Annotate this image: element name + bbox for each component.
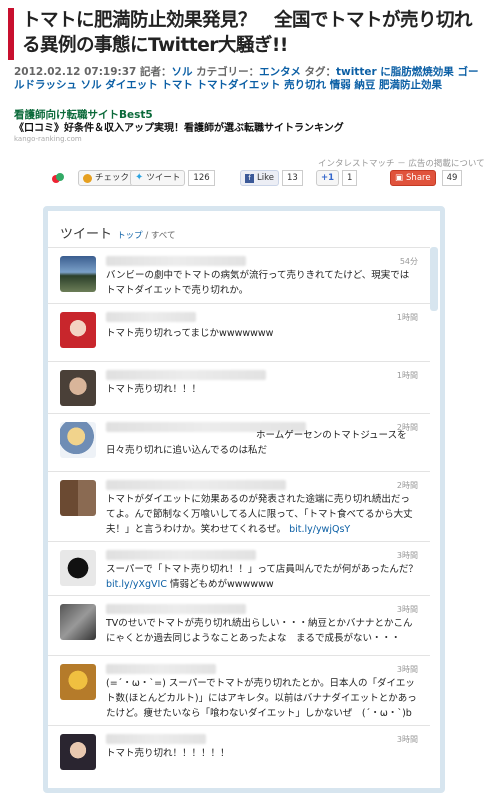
text-ad[interactable]: 看護師向け転職サイトBest5 《口コミ》好条件＆収入アップ実現！看護師が選ぶ転… — [14, 109, 480, 144]
tweet-time: 1時間 — [396, 371, 418, 380]
tweet-item[interactable]: 3時間 TVのせいでトマトが売り切れ続出らしい・・・納豆とかバナナとかこんにゃく… — [48, 595, 430, 655]
meta-date: 2012.02.12 07:19:37 記者： — [14, 66, 172, 78]
share-icon: ▣ — [395, 173, 404, 183]
tab-all[interactable]: すべて — [151, 231, 176, 241]
tweet-author-blurred — [106, 734, 206, 744]
tweet-time: 2時間 — [396, 481, 418, 490]
avatar[interactable] — [60, 550, 96, 586]
tweet-item[interactable]: 1時間 トマト売り切れってまじかwwwwwww — [48, 303, 430, 361]
tweet-item[interactable]: 2時間 ホームゲーセンのトマトジュースを日々売り切れに追い込んでるのは私だ — [48, 413, 430, 471]
twitter-bird-icon: ✦ — [135, 172, 144, 183]
ad-text[interactable]: 《口コミ》好条件＆収入アップ実現！看護師が選ぶ転職サイトランキング — [14, 122, 480, 135]
tweet-author-blurred — [106, 550, 256, 560]
share-button[interactable]: ▣ Share — [390, 170, 436, 186]
tweet-time: 3時間 — [396, 551, 418, 560]
bookmark-icon[interactable] — [51, 170, 65, 186]
tweet-button[interactable]: ✦ ツイート — [130, 170, 186, 186]
avatar[interactable] — [60, 256, 96, 292]
tweet-author-blurred — [106, 370, 266, 380]
tweet-time: 54分 — [399, 257, 418, 266]
tweet-time: 1時間 — [396, 313, 418, 322]
tweet-time: 3時間 — [396, 735, 418, 744]
tweet-text: トマト売り切れ！！！！！！ — [106, 748, 230, 759]
tweet-author-blurred — [106, 256, 246, 266]
tweet-author-blurred — [106, 312, 196, 322]
google-plus-button[interactable]: +1 — [316, 170, 340, 186]
avatar[interactable] — [60, 664, 96, 700]
avatar[interactable] — [60, 370, 96, 406]
like-count: 13 — [281, 170, 303, 186]
widget-title: ツイート — [60, 227, 113, 242]
tweet-item[interactable]: 3時間 スーパーで「トマト売り切れ！！」って店員叫んでたが何があったんだ？ bi… — [48, 541, 430, 595]
tweet-text: トマトがダイエットに効果あるのが発表された途端に売り切れ続出だってよ。んで節制な… — [106, 494, 413, 535]
twitter-widget: ツイート トップ / すべて 54分 バンビーの劇中でトマトの病気が流行って売り… — [43, 206, 445, 793]
share-bar: チェック ✦ ツイート 126 f Like 13 +1 1 ▣ Share 49 — [48, 170, 468, 190]
tweet-item[interactable]: 54分 バンビーの劇中でトマトの病気が流行って売りきれてたけど、現実ではトマトダ… — [48, 247, 430, 303]
tweet-text: スーパーで「トマト売り切れ！！」って店員叫んでたが何があったんだ？ bit.ly… — [106, 564, 418, 590]
avatar[interactable] — [60, 422, 96, 458]
tweet-time: 3時間 — [396, 605, 418, 614]
tweet-text: トマト売り切れってまじかwwwwwww — [106, 328, 274, 339]
mixi-icon — [83, 173, 92, 183]
avatar[interactable] — [60, 604, 96, 640]
ad-note-link[interactable]: インタレストマッチ － 広告の掲載について — [318, 157, 485, 169]
tweet-text: トマト売り切れ！！！ — [106, 384, 202, 395]
tweet-count: 126 — [188, 170, 215, 186]
article-title: トマトに肥満防止効果発見？ 全国でトマトが売り切れる異例の事態にTwitter大… — [22, 10, 473, 56]
plus-count: 1 — [342, 170, 358, 186]
tweet-item[interactable]: 2時間 トマトがダイエットに効果あるのが発表された途端に売り切れ続出だってよ。ん… — [48, 471, 430, 541]
tags-label: タグ： — [300, 66, 336, 78]
tweet-item[interactable]: 3時間 (=´・ω・`=) スーパーでトマトが売り切れたとか。日本人の「ダイエッ… — [48, 655, 430, 725]
facebook-like-button[interactable]: f Like — [240, 170, 279, 186]
widget-scrollbar[interactable] — [430, 247, 438, 311]
tweet-link[interactable]: bit.ly/ywjQsY — [289, 524, 350, 535]
tweet-author-blurred — [106, 604, 246, 614]
facebook-icon: f — [245, 173, 254, 183]
ad-url[interactable]: kango-ranking.com — [14, 135, 480, 144]
tweet-text: (=´・ω・`=) スーパーでトマトが売り切れたとか。日本人の「ダイエット数(ほ… — [106, 678, 417, 719]
avatar[interactable] — [60, 734, 96, 770]
tweet-link[interactable]: bit.ly/yXgVIC — [106, 579, 167, 590]
category-label: カテゴリー： — [192, 66, 260, 78]
article-meta: 2012.02.12 07:19:37 記者：ソル カテゴリー：エンタメ タグ：… — [14, 66, 480, 92]
tweet-text: TVのせいでトマトが売り切れ続出らしい・・・納豆とかバナナとかこんにゃくとか過去… — [106, 618, 413, 644]
article-title-bar: トマトに肥満防止効果発見？ 全国でトマトが売り切れる異例の事態にTwitter大… — [8, 8, 480, 60]
tweet-item[interactable]: 1時間 トマト売り切れ！！！ — [48, 361, 430, 413]
ad-title[interactable]: 看護師向け転職サイトBest5 — [14, 109, 480, 122]
avatar[interactable] — [60, 312, 96, 348]
tweet-list: 54分 バンビーの劇中でトマトの病気が流行って売りきれてたけど、現実ではトマトダ… — [48, 247, 430, 777]
share-count: 49 — [441, 170, 463, 186]
tweet-item[interactable]: 3時間 トマト売り切れ！！！！！！ — [48, 725, 430, 777]
widget-header: ツイート トップ / すべて — [60, 227, 176, 242]
tweet-author-blurred — [106, 480, 286, 490]
tweet-text: バンビーの劇中でトマトの病気が流行って売りきれてたけど、現実ではトマトダイエット… — [106, 270, 410, 296]
category-link[interactable]: エンタメ — [259, 66, 301, 78]
tab-top[interactable]: トップ — [117, 231, 143, 241]
tweet-text: ホームゲーセンのトマトジュースを日々売り切れに追い込んでるのは私だ — [106, 430, 407, 456]
avatar[interactable] — [60, 480, 96, 516]
author-link[interactable]: ソル — [171, 66, 192, 78]
tweet-author-blurred — [106, 664, 216, 674]
tweet-time: 3時間 — [396, 665, 418, 674]
mixi-check-button[interactable]: チェック — [78, 170, 135, 186]
